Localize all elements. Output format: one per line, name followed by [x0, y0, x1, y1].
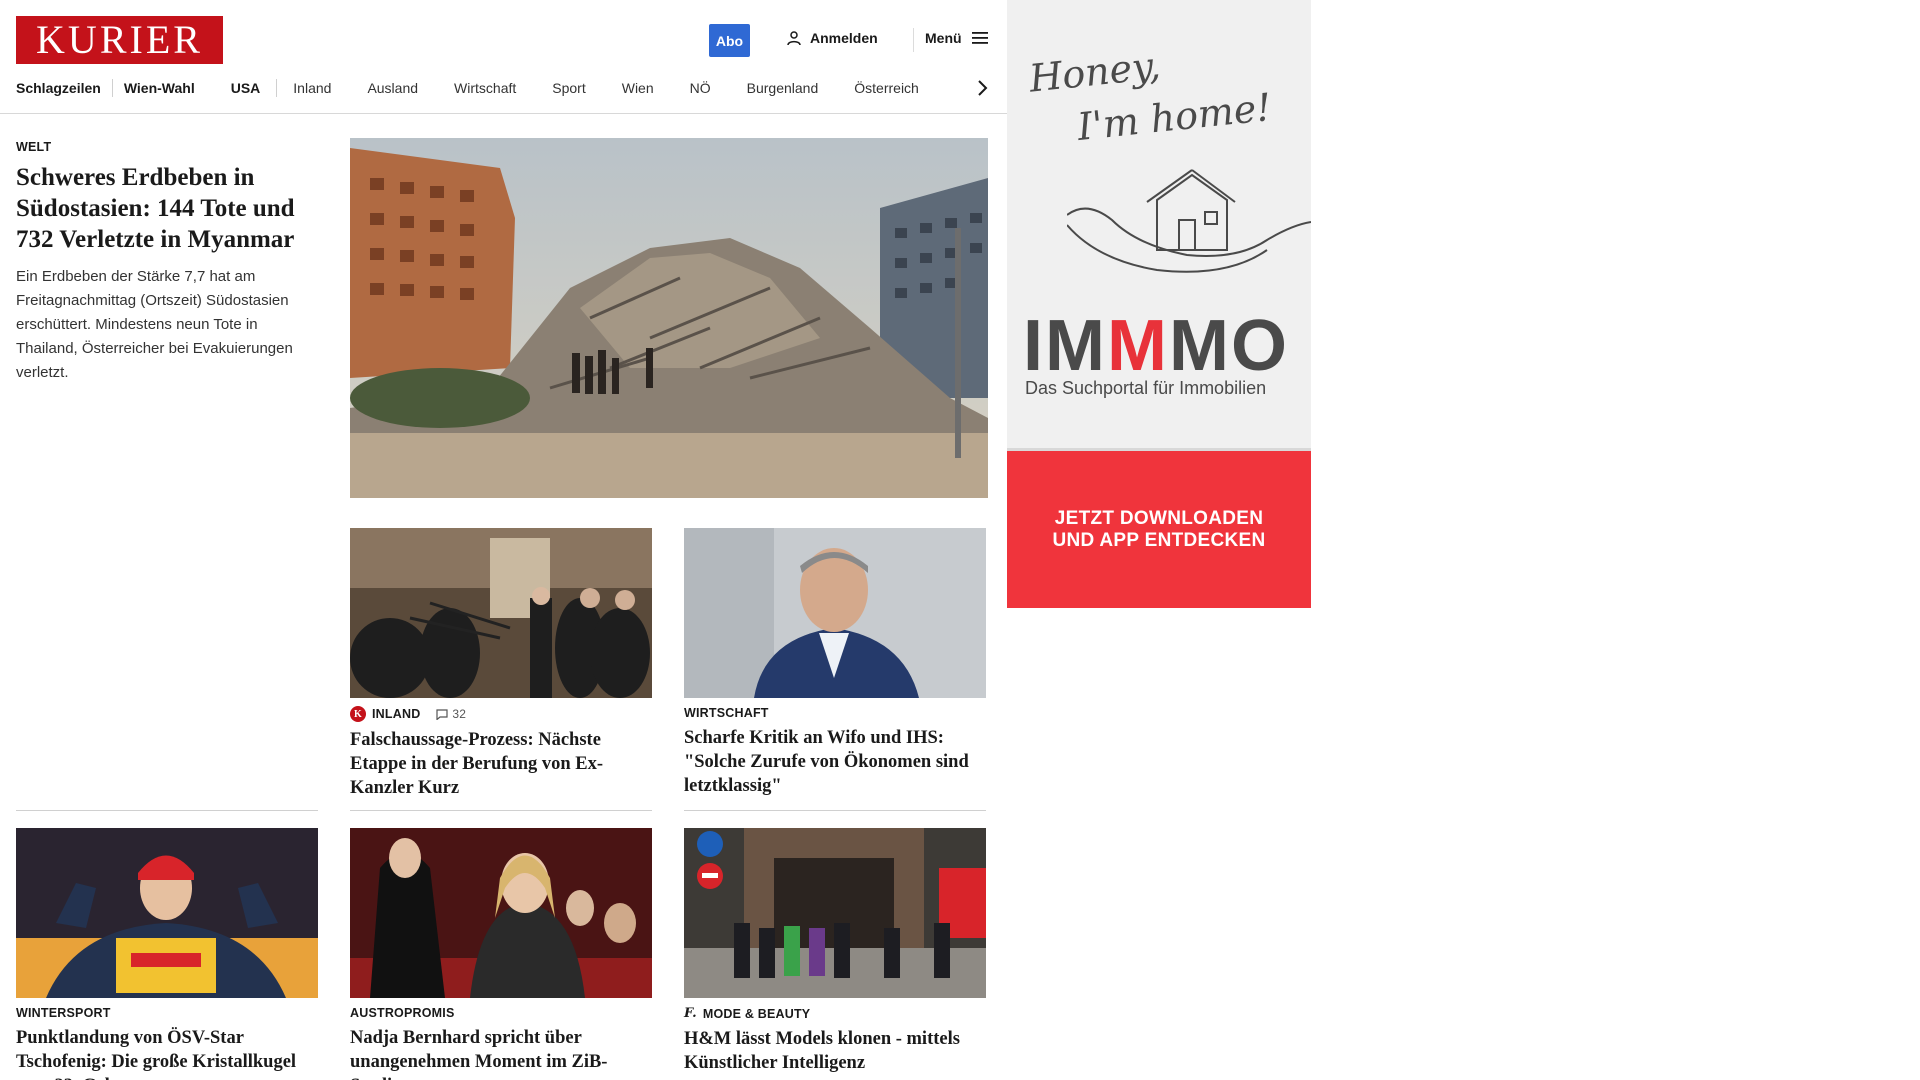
- nav-item-usa[interactable]: USA: [231, 80, 261, 96]
- nav-item-wien[interactable]: Wien: [622, 80, 654, 96]
- ad-subtitle: Das Suchportal für Immobilien: [1025, 378, 1267, 398]
- site-header: KURIER Abo Anmelden Menü Schlagzeilen Wi…: [0, 0, 1007, 114]
- teaser-kicker-label: MODE & BEAUTY: [702, 1006, 811, 1021]
- ad-cta-line-1: JETZT DOWNLOADEN: [1054, 507, 1264, 529]
- lead-image-earthquake[interactable]: [350, 138, 988, 498]
- comment-icon: [436, 708, 449, 720]
- section-nav: Schlagzeilen Wien-Wahl USA Inland Auslan…: [16, 77, 919, 99]
- nav-item-sport[interactable]: Sport: [552, 80, 585, 96]
- user-icon: [787, 31, 801, 46]
- teaser-divider: [16, 810, 318, 811]
- nav-item-noe[interactable]: NÖ: [690, 80, 711, 96]
- ad-cta-line-2: UND APP ENTDECKEN: [1052, 529, 1266, 551]
- ad-script-line-1: Honey,: [1027, 43, 1163, 101]
- nav-item-inland[interactable]: Inland: [293, 80, 331, 96]
- hand-house-icon: [1067, 169, 1311, 273]
- teaser-image-kurz-trial[interactable]: [350, 528, 652, 698]
- menu-label: Menü: [925, 30, 962, 46]
- ad-brand-part-a: IM: [1023, 306, 1107, 386]
- teaser-wintersport[interactable]: WINTERSPORT Punktlandung von ÖSV-Star Ts…: [16, 1006, 318, 1080]
- abo-button[interactable]: Abo: [709, 24, 750, 57]
- ad-visual: Honey, I'm home! IMMMO Das Suchportal fü…: [1007, 0, 1311, 448]
- nav-divider: [276, 79, 278, 97]
- nav-item-wien-wahl[interactable]: Wien-Wahl: [124, 80, 195, 96]
- ad-brand-logo: IMMMO: [1023, 310, 1289, 382]
- teaser-divider: [684, 810, 986, 811]
- teaser-kicker: WIRTSCHAFT: [684, 706, 769, 720]
- teaser-austropromis[interactable]: AUSTROPROMIS Nadja Bernhard spricht über…: [350, 1006, 652, 1080]
- teaser-divider: [350, 810, 652, 811]
- chevron-right-icon[interactable]: [975, 78, 989, 98]
- teaser-headline[interactable]: Punktlandung von ÖSV-Star Tschofenig: Di…: [16, 1026, 318, 1080]
- ad-script-line-2: I'm home!: [1075, 84, 1274, 150]
- lead-kicker: WELT: [16, 140, 52, 154]
- hamburger-icon: [971, 32, 988, 44]
- login-button[interactable]: Anmelden: [786, 30, 878, 46]
- teaser-headline[interactable]: Falschaussage-Prozess: Nächste Etappe in…: [350, 728, 652, 800]
- teaser-headline[interactable]: Nadja Bernhard spricht über unangenehmen…: [350, 1026, 652, 1080]
- nav-divider: [111, 79, 113, 97]
- teaser-wirtschaft[interactable]: WIRTSCHAFT Scharfe Kritik an Wifo und IH…: [684, 706, 986, 798]
- kurier-logo[interactable]: KURIER: [16, 16, 223, 64]
- lead-headline[interactable]: Schweres Erdbeben in Südostasien: 144 To…: [16, 162, 320, 255]
- logo-text: KURIER: [36, 17, 203, 62]
- teaser-kicker: AUSTROPROMIS: [350, 1006, 455, 1020]
- teaser-inland[interactable]: K INLAND 32 Falschaussage-Prozess: Nächs…: [350, 706, 652, 800]
- teaser-kicker: f. MODE & BEAUTY: [684, 1006, 986, 1021]
- nav-item-wirtschaft[interactable]: Wirtschaft: [454, 80, 516, 96]
- teaser-image-hm-store[interactable]: [684, 828, 986, 998]
- teaser-image-ball[interactable]: [350, 828, 652, 998]
- kurier-plus-badge-icon: K: [350, 706, 366, 722]
- teaser-kicker: WINTERSPORT: [16, 1006, 111, 1020]
- nav-item-burgenland[interactable]: Burgenland: [747, 80, 819, 96]
- teaser-image-economist[interactable]: [684, 528, 986, 698]
- news-page: KURIER Abo Anmelden Menü Schlagzeilen Wi…: [0, 0, 1007, 1080]
- teaser-headline[interactable]: H&M lässt Models klonen - mittels Künstl…: [684, 1027, 986, 1075]
- login-label: Anmelden: [810, 30, 878, 46]
- nav-item-oesterreich[interactable]: Österreich: [854, 80, 919, 96]
- ad-brand-part-b: M: [1106, 306, 1169, 386]
- nav-item-ausland[interactable]: Ausland: [367, 80, 418, 96]
- header-divider: [913, 28, 914, 52]
- teaser-image-skier[interactable]: [16, 828, 318, 998]
- ad-download-button[interactable]: JETZT DOWNLOADEN UND APP ENTDECKEN: [1007, 448, 1311, 608]
- ad-brand-part-c: MO: [1168, 306, 1289, 386]
- teaser-kicker: K INLAND 32: [350, 706, 652, 722]
- freizeit-icon: f.: [684, 1006, 697, 1021]
- teaser-mode-beauty[interactable]: f. MODE & BEAUTY H&M lässt Models klonen…: [684, 1006, 986, 1075]
- menu-button[interactable]: Menü: [925, 30, 988, 46]
- comment-count[interactable]: 32: [436, 707, 466, 721]
- immmo-advertisement[interactable]: Honey, I'm home! IMMMO Das Suchportal fü…: [1007, 0, 1311, 608]
- comment-count-value: 32: [452, 707, 467, 721]
- lead-teaser-text: Ein Erdbeben der Stärke 7,7 hat am Freit…: [16, 268, 293, 381]
- teaser-kicker-label: INLAND: [372, 707, 421, 721]
- lead-story[interactable]: WELT Schweres Erdbeben in Südostasien: 1…: [16, 140, 320, 385]
- teaser-headline[interactable]: Scharfe Kritik an Wifo und IHS: "Solche …: [684, 726, 986, 798]
- nav-item-schlagzeilen[interactable]: Schlagzeilen: [16, 80, 101, 96]
- ad-cta-label: JETZT DOWNLOADEN UND APP ENTDECKEN: [1052, 508, 1265, 552]
